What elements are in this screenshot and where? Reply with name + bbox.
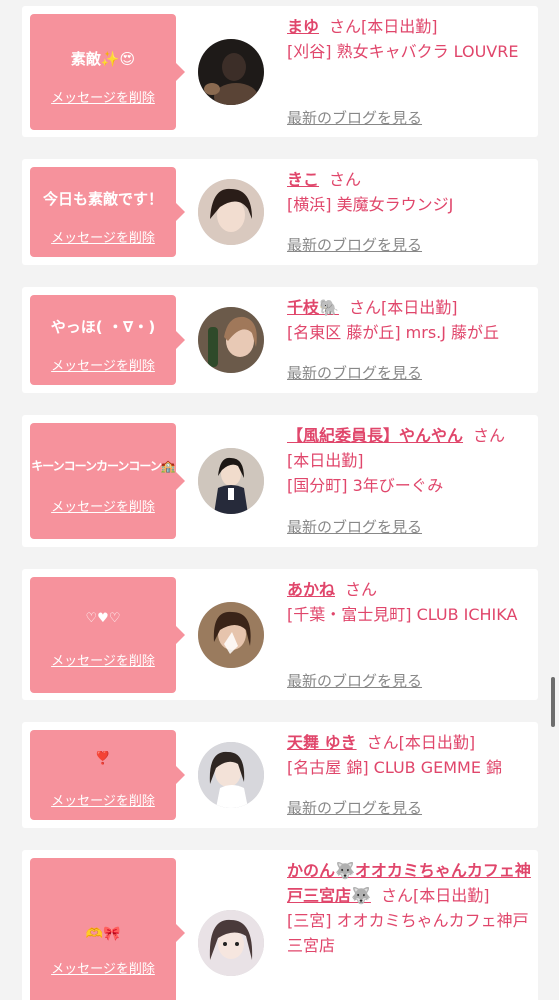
- shop-info: [三宮] オオカミちゃんカフェ神戸三宮店: [287, 911, 529, 955]
- latest-blog-link[interactable]: 最新のブログを見る: [287, 670, 422, 691]
- work-status: [本日出勤]: [412, 886, 490, 905]
- work-status: [本日出勤]: [398, 733, 476, 752]
- message-text: ♡♥♡: [85, 611, 121, 626]
- cast-info: きこ さん [横浜] 美魔女ラウンジJ: [287, 167, 533, 217]
- work-status: [本日出勤]: [361, 17, 438, 36]
- latest-blog-link[interactable]: 最新のブログを見る: [287, 516, 422, 537]
- message-text: やっほ( ・∇・): [50, 318, 156, 336]
- delete-message-link[interactable]: メッセージを削除: [30, 790, 176, 809]
- cast-info: 天舞 ゆき さん[本日出勤] [名古屋 錦] CLUB GEMME 錦: [287, 730, 533, 780]
- shop-info: [刈谷] 熟女キャバクラ LOUVRE: [287, 42, 519, 61]
- shop-info: [国分町] 3年びーぐみ: [287, 476, 444, 495]
- work-status: [本日出勤]: [380, 298, 458, 317]
- delete-message-link[interactable]: メッセージを削除: [30, 650, 176, 669]
- san-label: さん: [348, 298, 381, 317]
- avatar[interactable]: [198, 742, 264, 808]
- avatar[interactable]: [198, 39, 264, 105]
- san-label: さん: [473, 426, 506, 445]
- cast-info: 【風紀委員長】やんやん さん [本日出勤] [国分町] 3年びーぐみ: [287, 423, 533, 498]
- cast-name-link[interactable]: 天舞 ゆき: [287, 733, 357, 752]
- message-text: 素敵✨😍: [70, 50, 136, 68]
- avatar[interactable]: [198, 307, 264, 373]
- shop-info: [千葉・富士見町] CLUB ICHIKA: [287, 605, 518, 624]
- san-label: さん: [329, 170, 362, 189]
- work-status: [本日出勤]: [287, 451, 364, 470]
- cast-info: あかね さん [千葉・富士見町] CLUB ICHIKA: [287, 577, 533, 627]
- message-bubble: 素敵✨😍 メッセージを削除: [30, 14, 185, 130]
- message-card: ♡♥♡ メッセージを削除 あかね さん [千葉・富士見町] CLUB ICHIKA…: [22, 569, 538, 700]
- cast-info: まゆ さん[本日出勤] [刈谷] 熟女キャバクラ LOUVRE: [287, 14, 533, 64]
- message-bubble: 今日も素敵です！ メッセージを削除: [30, 167, 185, 257]
- san-label: さん: [380, 886, 413, 905]
- message-text: ❣️: [94, 751, 112, 766]
- shop-info: [名古屋 錦] CLUB GEMME 錦: [287, 758, 503, 777]
- message-bubble: ♡♥♡ メッセージを削除: [30, 577, 185, 693]
- shop-info: [名東区 藤が丘] mrs.J 藤が丘: [287, 323, 500, 342]
- message-text: 今日も素敵です！: [42, 190, 163, 208]
- delete-message-link[interactable]: メッセージを削除: [30, 958, 176, 977]
- delete-message-link[interactable]: メッセージを削除: [30, 355, 176, 374]
- latest-blog-link[interactable]: 最新のブログを見る: [287, 234, 422, 255]
- san-label: さん: [345, 580, 378, 599]
- delete-message-link[interactable]: メッセージを削除: [30, 227, 176, 246]
- delete-message-link[interactable]: メッセージを削除: [30, 87, 176, 106]
- message-bubble: キーンコーンカーンコーン🏫 メッセージを削除: [30, 423, 185, 539]
- message-bubble: ❣️ メッセージを削除: [30, 730, 185, 820]
- message-card: キーンコーンカーンコーン🏫 メッセージを削除 【風紀委員長】やんやん さん [本日…: [22, 415, 538, 547]
- avatar[interactable]: [198, 179, 264, 245]
- cast-name-link[interactable]: まゆ: [287, 17, 319, 36]
- cast-name-link[interactable]: きこ: [287, 170, 319, 189]
- avatar[interactable]: [198, 910, 264, 976]
- avatar[interactable]: [198, 448, 264, 514]
- message-bubble: 🫶🎀 メッセージを削除: [30, 858, 185, 1000]
- delete-message-link[interactable]: メッセージを削除: [30, 496, 176, 515]
- san-label: さん: [366, 733, 399, 752]
- message-text: キーンコーンカーンコーン🏫: [31, 459, 176, 473]
- latest-blog-link[interactable]: 最新のブログを見る: [287, 797, 422, 818]
- cast-info: かのん🐺オオカミちゃんカフェ神戸三宮店🐺 さん[本日出勤] [三宮] オオカミちゃ…: [287, 858, 533, 958]
- san-label: さん: [329, 17, 362, 36]
- message-card: 素敵✨😍 メッセージを削除 まゆ さん[本日出勤] [刈谷] 熟女キャバクラ LO…: [22, 6, 538, 137]
- message-card: ❣️ メッセージを削除 天舞 ゆき さん[本日出勤] [名古屋 錦] CLUB G…: [22, 722, 538, 828]
- message-card: 今日も素敵です！ メッセージを削除 きこ さん [横浜] 美魔女ラウンジJ 最新の…: [22, 159, 538, 265]
- message-card: やっほ( ・∇・) メッセージを削除 千枝🐘 さん[本日出勤] [名東区 藤が丘]…: [22, 287, 538, 393]
- cast-name-link[interactable]: 【風紀委員長】やんやん: [287, 426, 463, 445]
- cast-info: 千枝🐘 さん[本日出勤] [名東区 藤が丘] mrs.J 藤が丘: [287, 295, 533, 345]
- message-text: 🫶🎀: [85, 926, 121, 942]
- message-bubble: やっほ( ・∇・) メッセージを削除: [30, 295, 185, 385]
- latest-blog-link[interactable]: 最新のブログを見る: [287, 362, 422, 383]
- shop-info: [横浜] 美魔女ラウンジJ: [287, 195, 454, 214]
- message-card: 🫶🎀 メッセージを削除 かのん🐺オオカミちゃんカフェ神戸三宮店🐺 さん[本日出勤]…: [22, 850, 538, 1000]
- avatar[interactable]: [198, 602, 264, 668]
- cast-name-link[interactable]: あかね: [287, 580, 335, 599]
- scrollbar[interactable]: [551, 677, 555, 727]
- cast-name-link[interactable]: 千枝🐘: [287, 298, 339, 317]
- latest-blog-link[interactable]: 最新のブログを見る: [287, 107, 422, 128]
